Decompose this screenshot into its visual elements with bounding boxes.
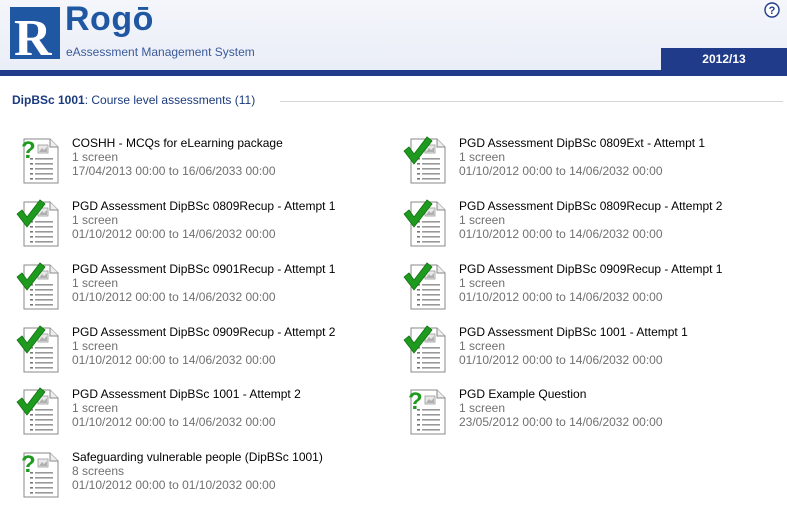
app-header: R Rogō eAssessment Management System ? 2… bbox=[0, 0, 787, 76]
module-code[interactable]: DipBSc 1001 bbox=[12, 93, 85, 107]
assessment-title[interactable]: Safeguarding vulnerable people (DipBSc 1… bbox=[72, 450, 323, 464]
availability-dates: 01/10/2012 00:00 to 14/06/2032 00:00 bbox=[459, 227, 663, 241]
question-mark-icon bbox=[21, 137, 36, 164]
screen-count: 1 screen bbox=[459, 213, 506, 227]
screen-count: 1 screen bbox=[72, 213, 119, 227]
rogo-logo[interactable]: R bbox=[10, 7, 60, 67]
assessment-title[interactable]: PGD Assessment DipBSc 1001 - Attempt 1 bbox=[459, 325, 688, 339]
assessment-title[interactable]: COSHH - MCQs for eLearning package bbox=[72, 136, 283, 150]
assessment-item[interactable]: PGD Example Question 1 screen 23/05/2012… bbox=[403, 386, 773, 442]
assessment-item[interactable]: PGD Assessment DipBSc 0909Recup - Attemp… bbox=[16, 324, 386, 380]
screen-count: 1 screen bbox=[72, 150, 119, 164]
paper-icon bbox=[16, 198, 66, 248]
app-subtitle: eAssessment Management System bbox=[66, 45, 255, 59]
section-title: DipBSc 1001: Course level assessments (1… bbox=[12, 93, 255, 107]
availability-dates: 01/10/2012 00:00 to 14/06/2032 00:00 bbox=[72, 353, 276, 367]
assessment-item[interactable]: PGD Assessment DipBSc 0809Recup - Attemp… bbox=[403, 198, 773, 254]
assessment-title[interactable]: PGD Assessment DipBSc 0909Recup - Attemp… bbox=[459, 262, 722, 276]
paper-icon bbox=[16, 261, 66, 311]
paper-icon bbox=[403, 324, 453, 374]
screen-count: 1 screen bbox=[459, 276, 506, 290]
assessment-title[interactable]: PGD Example Question bbox=[459, 387, 586, 401]
screen-count: 1 screen bbox=[459, 401, 506, 415]
paper-icon bbox=[403, 386, 453, 436]
availability-dates: 01/10/2012 00:00 to 01/10/2032 00:00 bbox=[72, 478, 276, 492]
assessment-title[interactable]: PGD Assessment DipBSc 0901Recup - Attemp… bbox=[72, 262, 335, 276]
logo-letter: R bbox=[14, 10, 53, 59]
assessment-item[interactable]: Safeguarding vulnerable people (DipBSc 1… bbox=[16, 449, 386, 505]
help-icon[interactable]: ? bbox=[764, 2, 780, 18]
screen-count: 8 screens bbox=[72, 464, 125, 478]
screen-count: 1 screen bbox=[459, 150, 506, 164]
paper-icon bbox=[403, 261, 453, 311]
assessment-item[interactable]: PGD Assessment DipBSc 1001 - Attempt 2 1… bbox=[16, 386, 386, 442]
paper-icon bbox=[403, 135, 453, 185]
section-divider bbox=[280, 101, 783, 102]
assessment-title[interactable]: PGD Assessment DipBSc 0809Ext - Attempt … bbox=[459, 136, 705, 150]
availability-dates: 23/05/2012 00:00 to 14/06/2032 00:00 bbox=[459, 415, 663, 429]
assessment-title[interactable]: PGD Assessment DipBSc 0809Recup - Attemp… bbox=[72, 199, 335, 213]
svg-text:?: ? bbox=[769, 5, 776, 17]
assessment-title[interactable]: PGD Assessment DipBSc 1001 - Attempt 2 bbox=[72, 387, 301, 401]
app-name: Rogō bbox=[65, 0, 154, 38]
assessment-title[interactable]: PGD Assessment DipBSc 0909Recup - Attemp… bbox=[72, 325, 335, 339]
header-divider bbox=[0, 70, 787, 76]
assessment-title[interactable]: PGD Assessment DipBSc 0809Recup - Attemp… bbox=[459, 199, 722, 213]
assessment-item[interactable]: PGD Assessment DipBSc 0809Recup - Attemp… bbox=[16, 198, 386, 254]
availability-dates: 01/10/2012 00:00 to 14/06/2032 00:00 bbox=[459, 164, 663, 178]
screen-count: 1 screen bbox=[72, 276, 119, 290]
availability-dates: 01/10/2012 00:00 to 14/06/2032 00:00 bbox=[72, 415, 276, 429]
paper-icon bbox=[16, 449, 66, 499]
paper-icon bbox=[403, 198, 453, 248]
assessment-item[interactable]: PGD Assessment DipBSc 0909Recup - Attemp… bbox=[403, 261, 773, 317]
availability-dates: 01/10/2012 00:00 to 14/06/2032 00:00 bbox=[72, 227, 276, 241]
question-mark-icon bbox=[21, 451, 36, 478]
academic-year-tab[interactable]: 2012/13 bbox=[661, 48, 787, 70]
paper-icon bbox=[16, 386, 66, 436]
assessment-item[interactable]: PGD Assessment DipBSc 1001 - Attempt 1 1… bbox=[403, 324, 773, 380]
assessment-item[interactable]: PGD Assessment DipBSc 0809Ext - Attempt … bbox=[403, 135, 773, 191]
availability-dates: 01/10/2012 00:00 to 14/06/2032 00:00 bbox=[459, 353, 663, 367]
screen-count: 1 screen bbox=[72, 339, 119, 353]
paper-icon bbox=[16, 324, 66, 374]
screen-count: 1 screen bbox=[72, 401, 119, 415]
question-mark-icon bbox=[408, 388, 423, 415]
paper-icon bbox=[16, 135, 66, 185]
screen-count: 1 screen bbox=[459, 339, 506, 353]
availability-dates: 01/10/2012 00:00 to 14/06/2032 00:00 bbox=[72, 290, 276, 304]
section-title-text: : Course level assessments (11) bbox=[84, 93, 256, 107]
assessment-item[interactable]: PGD Assessment DipBSc 0901Recup - Attemp… bbox=[16, 261, 386, 317]
assessment-item[interactable]: COSHH - MCQs for eLearning package 1 scr… bbox=[16, 135, 386, 191]
availability-dates: 01/10/2012 00:00 to 14/06/2032 00:00 bbox=[459, 290, 663, 304]
availability-dates: 17/04/2013 00:00 to 16/06/2033 00:00 bbox=[72, 164, 276, 178]
